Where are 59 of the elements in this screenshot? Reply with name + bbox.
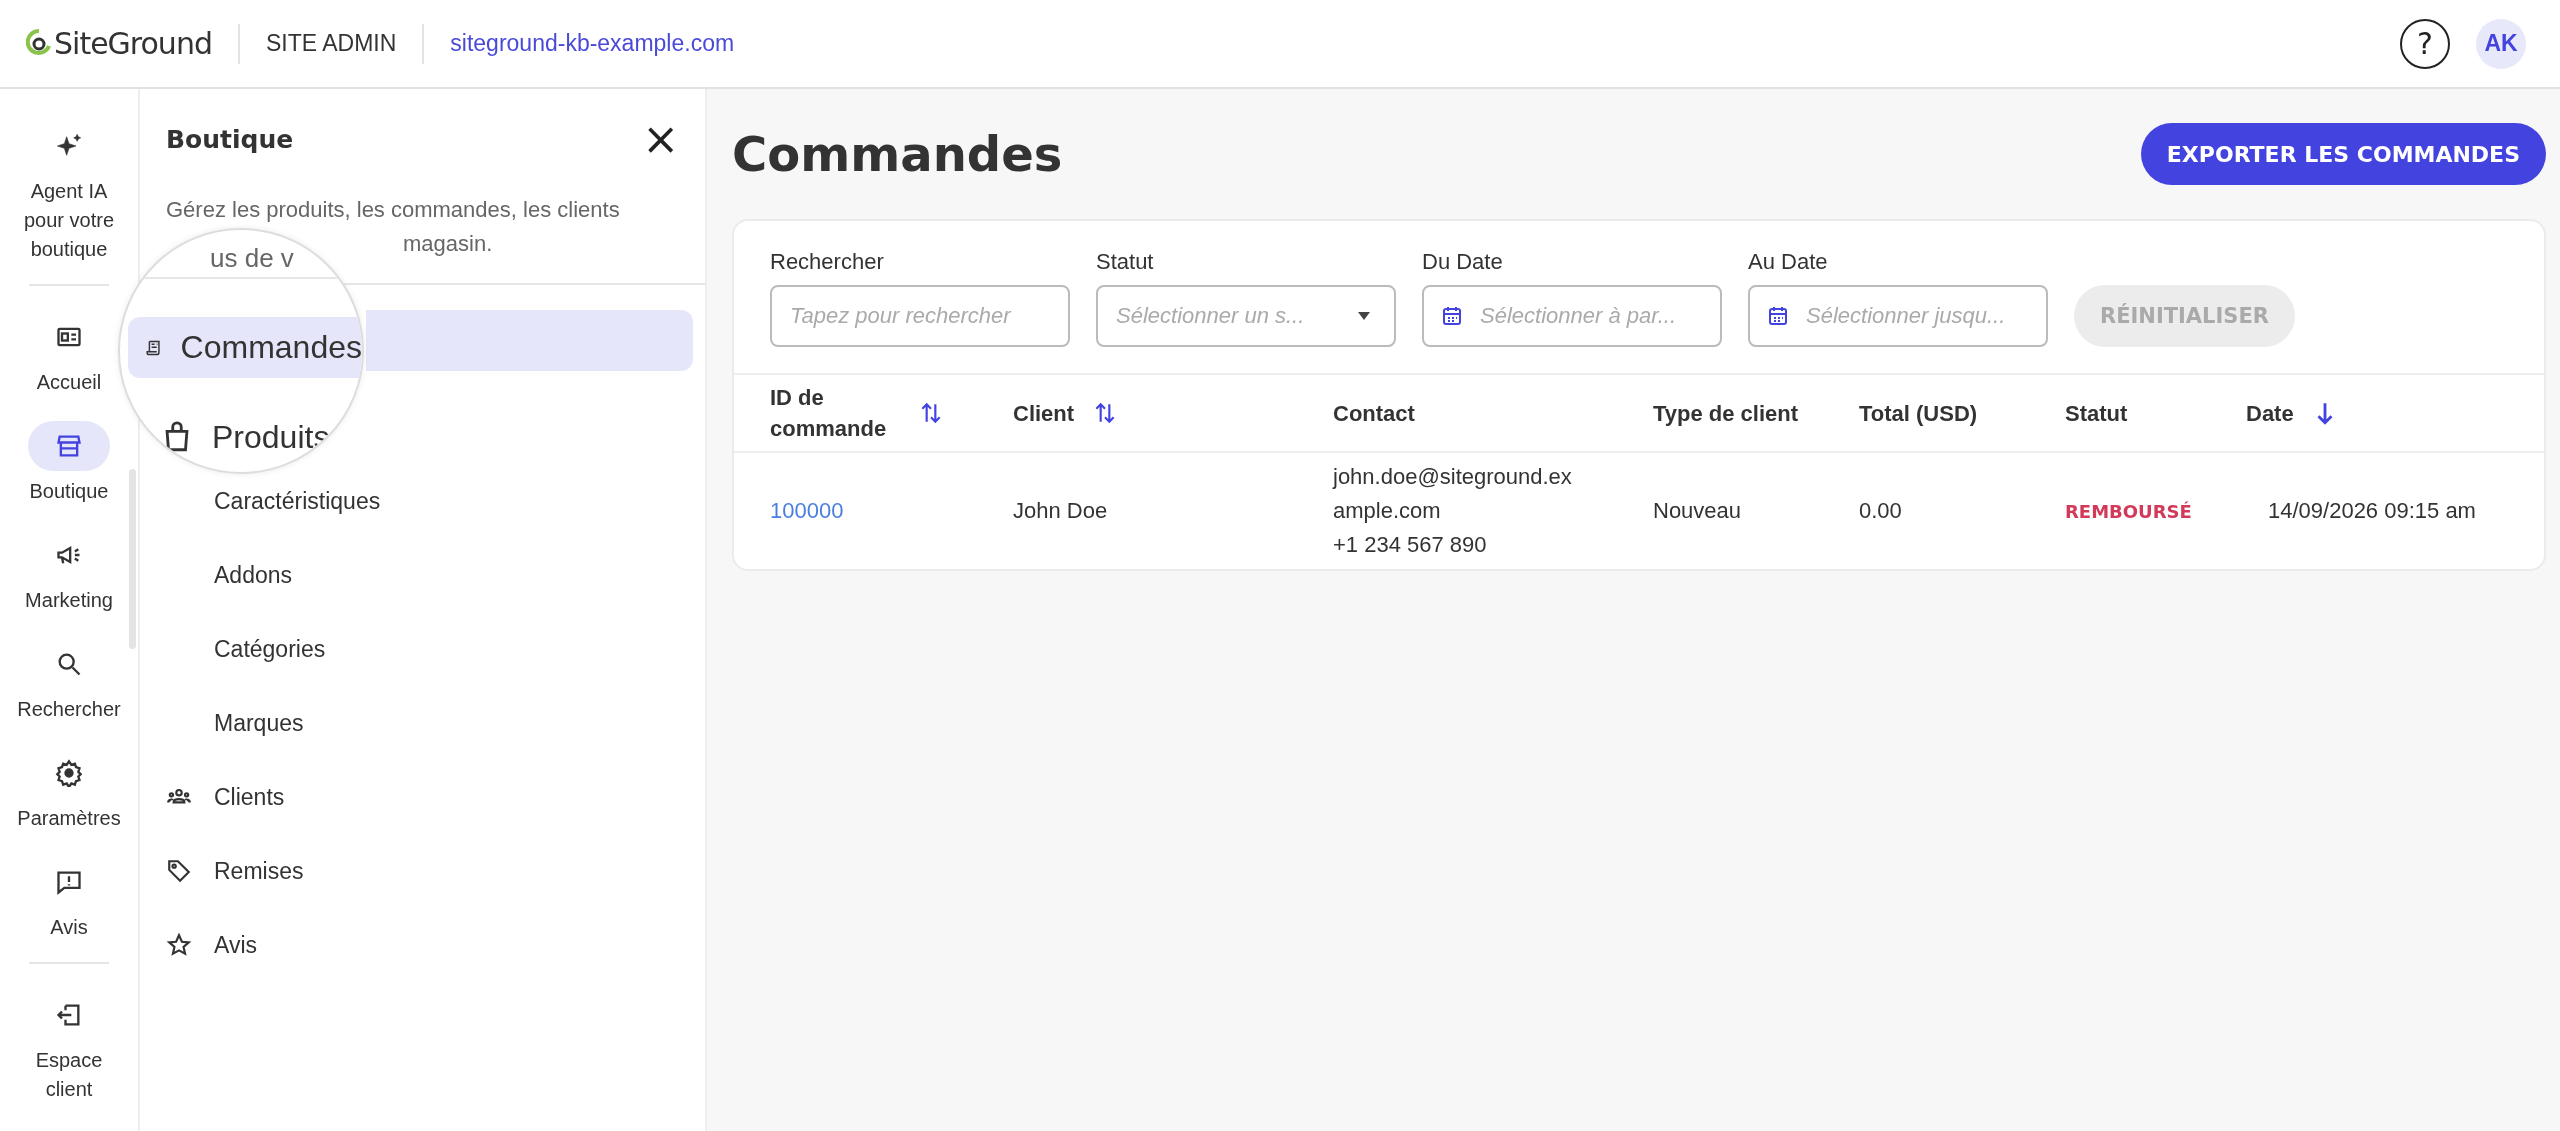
export-button[interactable]: EXPORTER LES COMMANDES: [2140, 123, 2546, 185]
tag-icon: [166, 858, 192, 884]
rail-item[interactable]: Espace client: [17, 990, 121, 1104]
panel-item[interactable]: Avis: [140, 922, 705, 968]
page-title: Commandes: [732, 126, 1063, 182]
rail-item[interactable]: Avis: [17, 857, 121, 942]
panel-item[interactable]: Caractéristiques: [140, 478, 705, 524]
column-header[interactable]: ID de commande: [770, 382, 900, 444]
status-label: REMBOURSÉ: [2065, 500, 2192, 522]
panel-item[interactable]: Clients: [140, 774, 705, 820]
calendar-icon: [1440, 304, 1464, 328]
table-cell: 14/09/2026 09:15 am: [2268, 498, 2476, 524]
rail-item[interactable]: Paramètres: [17, 748, 121, 833]
table-cell: Nouveau: [1653, 498, 1742, 524]
table-cell: John Doe: [1013, 498, 1108, 524]
column-header[interactable]: Total (USD): [1859, 397, 1978, 429]
filter-label: Du Date: [1422, 249, 1504, 275]
panel-title: Boutique: [166, 124, 294, 154]
column-header[interactable]: Type de client: [1653, 397, 1799, 429]
date-field[interactable]: Sélectionner à par...: [1422, 285, 1722, 347]
contact-line: john.doe@siteground.ex: [1333, 463, 1573, 491]
rail-item[interactable]: Rechercher: [17, 639, 121, 724]
section-title: SITE ADMIN: [265, 30, 397, 57]
caret-icon: [1356, 311, 1372, 321]
close-button[interactable]: ×: [642, 119, 679, 159]
rail-item[interactable]: Marketing: [17, 530, 121, 615]
filter-label: Statut: [1096, 249, 1155, 275]
star-icon: [166, 932, 192, 958]
column-header[interactable]: Date: [2246, 397, 2294, 429]
search-field[interactable]: Tapez pour rechercher: [770, 285, 1070, 347]
magnified-text: us de v: [210, 242, 294, 274]
panel-description: Gérez les produits, les commandes, les clients: [166, 196, 620, 224]
column-header[interactable]: Client: [1013, 397, 1075, 429]
logo-text[interactable]: SiteGround: [54, 26, 212, 61]
column-header[interactable]: Contact: [1333, 397, 1415, 429]
filter-label: Au Date: [1748, 249, 1829, 275]
rail-item[interactable]: Agent IA pour votre boutique: [17, 121, 121, 264]
column-header[interactable]: Statut: [2065, 397, 2128, 429]
contact-line: ample.com: [1333, 497, 1442, 525]
rail-item[interactable]: Accueil: [17, 312, 121, 397]
panel-item[interactable]: Remises: [140, 848, 705, 894]
calendar-icon: [1766, 304, 1790, 328]
panel-item[interactable]: Catégories: [140, 626, 705, 672]
site-link[interactable]: siteground-kb-example.com: [450, 30, 735, 57]
filter-label: Rechercher: [770, 249, 885, 275]
table-cell: 0.00: [1859, 498, 1902, 524]
panel-item[interactable]: Commandes: [128, 317, 362, 378]
scrollbar[interactable]: [129, 469, 136, 649]
help-button[interactable]: ?: [2400, 18, 2450, 69]
gear-icon: [55, 759, 83, 787]
contact-line: +1 234 567 890: [1333, 531, 1488, 559]
order-link[interactable]: 100000: [770, 498, 844, 524]
status-dropdown[interactable]: Sélectionner un s...: [1096, 285, 1396, 347]
rail-item[interactable]: Boutique: [17, 421, 121, 506]
avatar-button[interactable]: AK: [2476, 18, 2526, 69]
panel-description: magasin.: [403, 230, 493, 258]
panel-item[interactable]: Marques: [140, 700, 705, 746]
date-field[interactable]: Sélectionner jusqu...: [1748, 285, 2048, 347]
panel-item[interactable]: Addons: [140, 552, 705, 598]
